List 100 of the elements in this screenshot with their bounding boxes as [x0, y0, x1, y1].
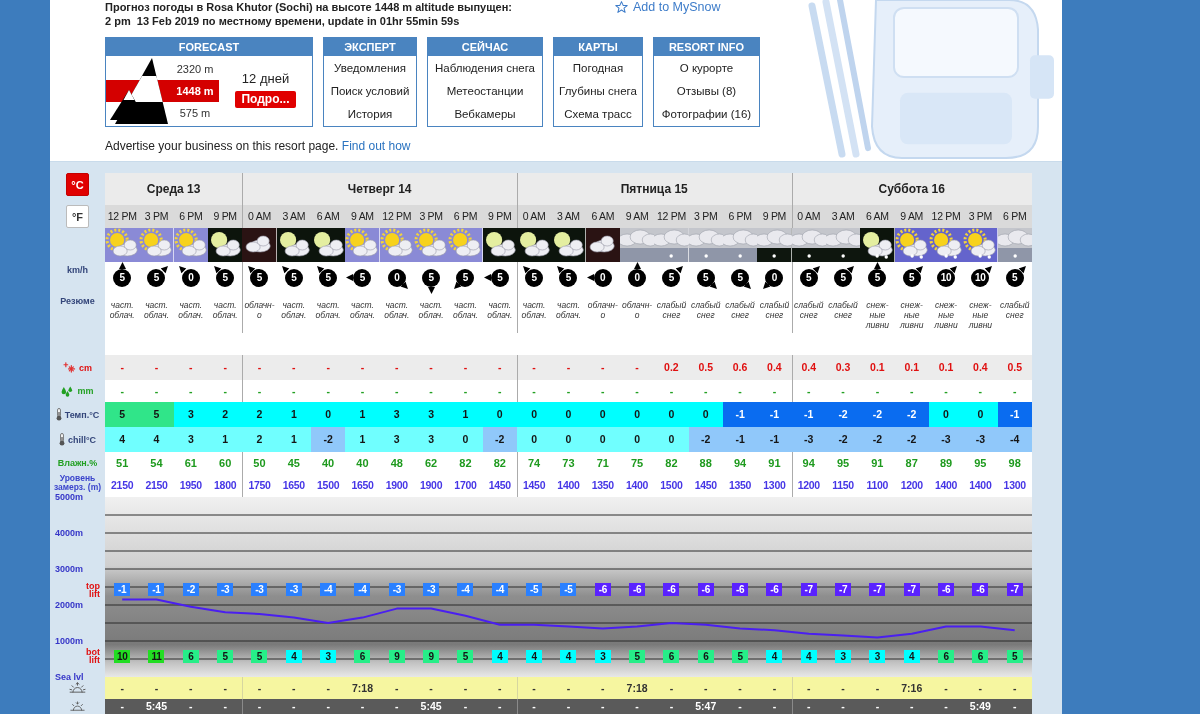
weather-summary: част. облач. — [211, 299, 239, 322]
menu-link[interactable]: Глубины снега — [554, 80, 642, 103]
menu-link[interactable]: Уведомления — [324, 57, 416, 80]
humidity-cell-text: 82 — [664, 456, 679, 471]
wind-speed: 0 — [628, 268, 647, 287]
snowfall-cell: 0.4 — [963, 355, 998, 380]
temperature-cell: 1 — [345, 402, 380, 427]
wind-arrow-icon — [915, 263, 926, 274]
freezing-level-cell-text: 1100 — [865, 478, 890, 493]
temperature-badge: -1 — [148, 583, 165, 596]
wind-speed: 5 — [147, 268, 166, 287]
add-to-mysnow-link[interactable]: Add to MySnow — [615, 0, 721, 14]
wind-arrow-icon — [984, 263, 995, 274]
wind-chill-cell: 4 — [105, 427, 140, 452]
humidity-cell-text: 61 — [183, 456, 198, 471]
humidity-cell-text: 94 — [732, 456, 748, 471]
weather-summary: облачн-о — [586, 299, 619, 322]
wind-arrow-icon — [245, 263, 256, 274]
wind-chill-cell: -2 — [825, 427, 861, 452]
sunset-cell: - — [516, 699, 552, 714]
rain-cell-text: - — [771, 384, 778, 399]
details-button[interactable]: Подро... — [235, 91, 296, 108]
temperature-cell: 0 — [619, 402, 655, 427]
temperature-badge: -7 — [869, 583, 886, 596]
temperature-badge: 5 — [732, 650, 749, 663]
wind-speed: 5 — [696, 268, 715, 287]
temperature-cell: 3 — [379, 402, 414, 427]
temperature-badge: 4 — [526, 650, 543, 663]
freezing-level-cell-text: 1400 — [933, 478, 959, 493]
sun-snow-icon — [928, 228, 964, 262]
unit-button[interactable]: °C — [66, 173, 89, 196]
sunset-cell: - — [791, 699, 826, 714]
axis-label: 5000m — [55, 492, 84, 502]
menu-link[interactable]: Метеостанции — [428, 80, 542, 103]
sunset-cell: - — [997, 699, 1032, 714]
humidity-cell: 94 — [791, 452, 826, 474]
cloud-icon — [242, 228, 277, 262]
humidity-cell-text: 82 — [458, 456, 473, 471]
menu-link[interactable]: Фотографии (16) — [654, 103, 759, 126]
snowfall-cell: - — [310, 355, 346, 380]
rain-cell: - — [242, 380, 277, 402]
sunrise-cell: - — [585, 677, 620, 699]
sunset-cell: - — [860, 699, 895, 714]
wind-speed: 5 — [250, 268, 269, 287]
temperature-badge: -6 — [972, 583, 989, 596]
time-cell: 3 PM — [139, 205, 174, 228]
altitude-option[interactable]: 1448 m — [171, 80, 219, 102]
row-label: cm — [79, 362, 92, 373]
wind-arrow-icon — [177, 263, 187, 274]
wind-chill-cell: 0 — [585, 427, 620, 452]
humidity-cell-text: 89 — [938, 456, 954, 471]
menu-link[interactable]: Наблюдения снега — [428, 57, 542, 80]
humidity-cell: 74 — [516, 452, 552, 474]
wind-chill-cell: -2 — [894, 427, 929, 452]
rain-cell: - — [791, 380, 826, 402]
humidity-cell-text: 75 — [629, 456, 645, 471]
sunrise-cell: - — [173, 677, 208, 699]
sunrise-cell: - — [997, 677, 1032, 699]
wind-speed: 5 — [559, 268, 578, 287]
wind-arrow-icon — [346, 274, 354, 281]
menu-link[interactable]: Схема трасс — [554, 103, 642, 126]
find-out-how-link[interactable]: Find out how — [341, 139, 411, 153]
temperature-badge: -3 — [423, 583, 440, 596]
rain-cell-text: - — [737, 384, 743, 399]
sun-cloud-icon — [173, 228, 208, 262]
mountain-drawing — [106, 58, 171, 124]
weather-summary: слабый снег — [724, 299, 756, 322]
sunrise-cell: - — [208, 677, 243, 699]
unit-button[interactable]: °F — [66, 205, 89, 228]
menu-link[interactable]: Вебкамеры — [428, 103, 542, 126]
sunset-icon — [70, 701, 85, 712]
snow-cloud-icon — [825, 228, 861, 262]
weather-summary: част. облач. — [417, 299, 445, 322]
moon-cloud-icon — [551, 228, 586, 262]
sunset-cell: - — [173, 699, 208, 714]
temperature-badge: 3 — [869, 650, 886, 663]
menu-link[interactable]: Отзывы (8) — [654, 80, 759, 103]
temperature-cell: 0 — [551, 402, 586, 427]
temperature-badge: 3 — [320, 650, 337, 663]
sunset-cell: 5:49 — [963, 699, 998, 714]
sunrise-cell: - — [722, 677, 758, 699]
menu-link[interactable]: Поиск условий — [324, 80, 416, 103]
weather-summary: снеж-ные ливни — [933, 299, 959, 332]
menu-link[interactable]: История — [324, 103, 416, 126]
freezing-level-cell-text: 1150 — [831, 478, 855, 493]
snowfall-cell: - — [413, 355, 449, 380]
sunset-cell: - — [345, 699, 380, 714]
temperature-badge: 9 — [423, 650, 440, 663]
snowfall-cell: - — [585, 355, 620, 380]
menu-link[interactable]: Погодная — [554, 57, 642, 80]
raindrop-icon — [61, 385, 75, 397]
altitude-option[interactable]: 2320 m — [171, 58, 219, 80]
row-label: Уровень замерз. (m) — [52, 474, 103, 492]
moon-cloud-icon — [208, 228, 243, 262]
wind-chill-cell: 0 — [448, 427, 483, 452]
altitude-option[interactable]: 575 m — [171, 102, 219, 124]
rain-cell-text: - — [703, 384, 709, 399]
time-cell: 0 AM — [791, 205, 826, 228]
sunset-cell: 5:45 — [413, 699, 449, 714]
menu-link[interactable]: О курорте — [654, 57, 759, 80]
